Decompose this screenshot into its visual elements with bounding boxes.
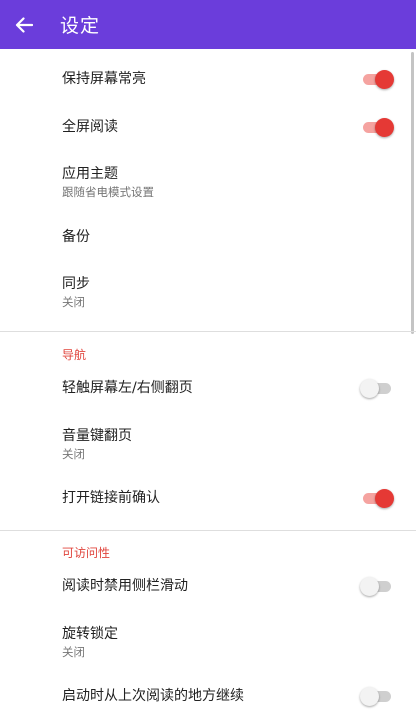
section-header-accessibility: 可访问性 [62, 546, 111, 560]
setting-app-theme[interactable]: 应用主题 跟随省电模式设置 [0, 165, 416, 200]
setting-title: 阅读时禁用侧栏滑动 [62, 578, 188, 594]
section-divider [0, 530, 416, 531]
arrow-left-icon [15, 16, 33, 33]
switch-thumb [360, 577, 379, 596]
setting-title: 应用主题 [62, 166, 118, 182]
back-button[interactable] [0, 0, 48, 49]
app-bar: 设定 [0, 0, 416, 49]
setting-title: 打开链接前确认 [62, 490, 160, 506]
keep-screen-on-switch[interactable] [360, 69, 394, 89]
fullscreen-reading-switch[interactable] [360, 117, 394, 137]
settings-list[interactable]: 保持屏幕常亮 全屏阅读 应用主题 跟随省电模式设置 备份 同步 关闭 导航 轻触… [0, 49, 416, 720]
setting-title: 音量键翻页 [62, 428, 132, 444]
setting-confirm-links[interactable]: 打开链接前确认 [0, 489, 416, 507]
setting-tap-edges[interactable]: 轻触屏幕左/右侧翻页 [0, 379, 416, 397]
switch-thumb [375, 489, 394, 508]
setting-rotation-lock[interactable]: 旋转锁定 关闭 [0, 625, 416, 660]
setting-volume-keys[interactable]: 音量键翻页 关闭 [0, 427, 416, 462]
setting-title: 保持屏幕常亮 [62, 71, 146, 87]
setting-sync[interactable]: 同步 关闭 [0, 275, 416, 310]
setting-title: 全屏阅读 [62, 119, 118, 135]
resume-last-position-switch[interactable] [360, 686, 394, 706]
switch-thumb [375, 70, 394, 89]
switch-thumb [360, 687, 379, 706]
setting-subtitle: 关闭 [62, 295, 85, 309]
setting-fullscreen-reading[interactable]: 全屏阅读 [0, 118, 416, 136]
switch-thumb [375, 118, 394, 137]
setting-title: 备份 [62, 229, 90, 245]
page-title: 设定 [60, 15, 101, 37]
setting-keep-screen-on[interactable]: 保持屏幕常亮 [0, 70, 416, 88]
setting-title: 轻触屏幕左/右侧翻页 [62, 380, 193, 396]
setting-resume-last-position[interactable]: 启动时从上次阅读的地方继续 [0, 687, 416, 705]
setting-subtitle: 关闭 [62, 447, 85, 461]
disable-sidebar-swipe-switch[interactable] [360, 576, 394, 596]
switch-thumb [360, 379, 379, 398]
setting-title: 同步 [62, 276, 90, 292]
confirm-links-switch[interactable] [360, 488, 394, 508]
setting-subtitle: 跟随省电模式设置 [62, 185, 154, 199]
setting-title: 旋转锁定 [62, 626, 118, 642]
setting-disable-sidebar-swipe[interactable]: 阅读时禁用侧栏滑动 [0, 577, 416, 595]
setting-backup[interactable]: 备份 [0, 228, 416, 246]
tap-edges-switch[interactable] [360, 378, 394, 398]
setting-title: 启动时从上次阅读的地方继续 [62, 688, 244, 704]
section-header-navigation: 导航 [62, 348, 87, 362]
section-divider [0, 331, 416, 332]
setting-subtitle: 关闭 [62, 645, 85, 659]
